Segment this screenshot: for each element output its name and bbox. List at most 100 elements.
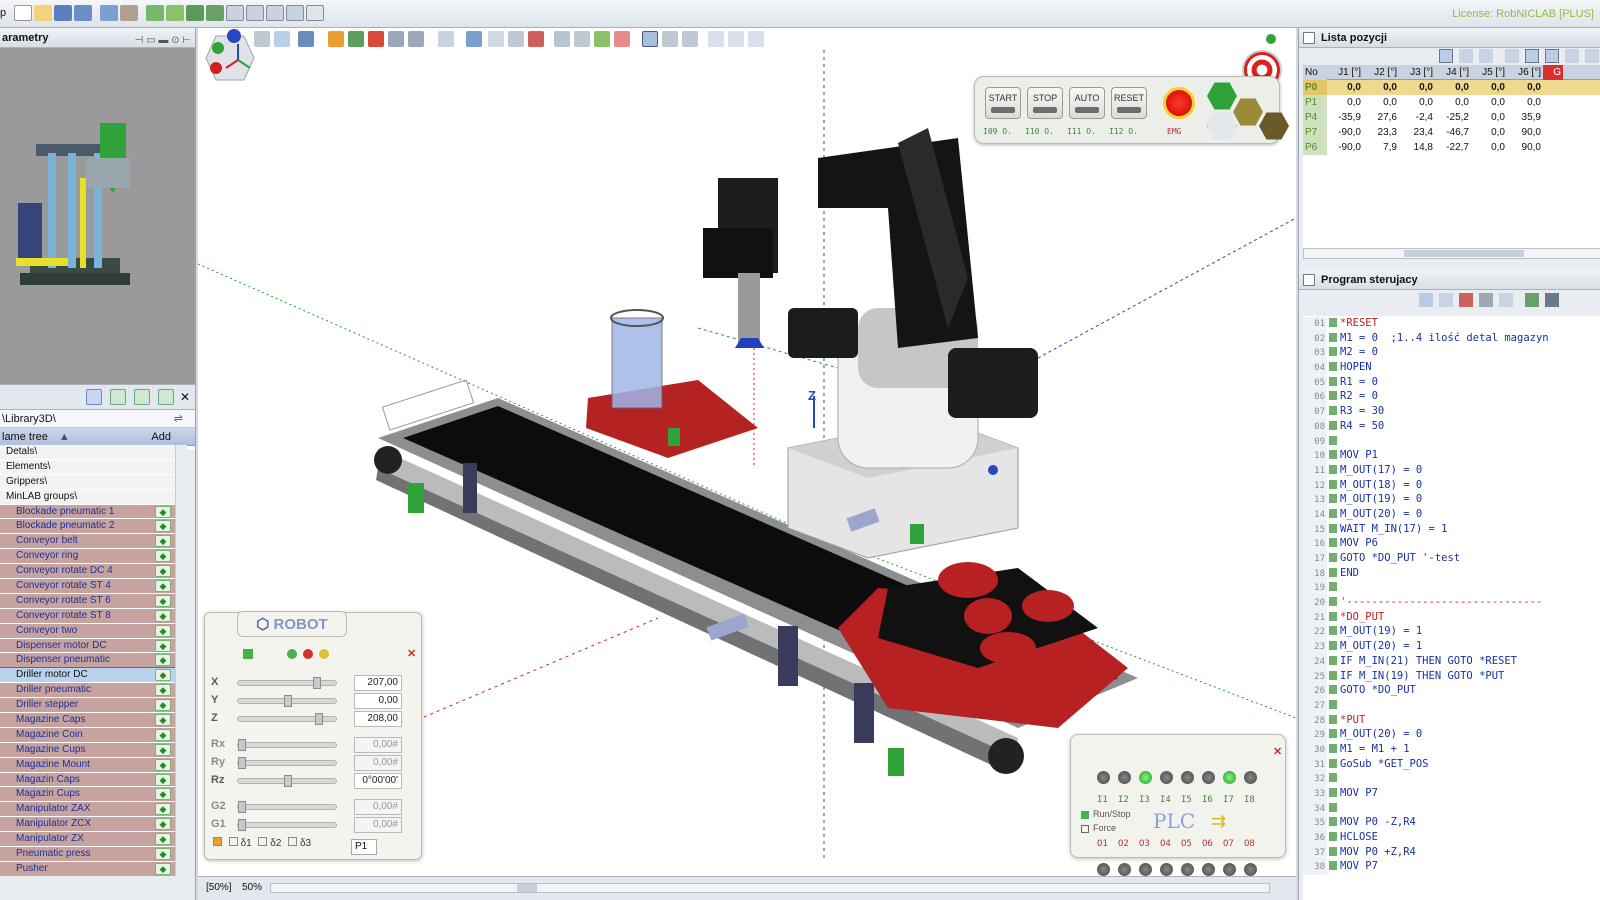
stop-button[interactable]: STOP [1027, 87, 1063, 119]
slider-knob[interactable] [313, 677, 322, 689]
library-item[interactable]: Manipulator ZAX ◆ [0, 802, 175, 818]
add-to-scene-icon[interactable]: ◆ [155, 654, 171, 667]
code-line[interactable]: 22 M_OUT(19) = 1 [1303, 624, 1600, 641]
code-line[interactable]: 03 M2 = 0 [1303, 345, 1600, 362]
code-line[interactable]: 10 MOV P1 [1303, 448, 1600, 464]
positions-column-header[interactable]: J1 [°] [1327, 65, 1363, 80]
run-stop-checkbox[interactable] [1081, 811, 1089, 819]
add-to-scene-icon[interactable]: ◆ [155, 803, 171, 816]
code-line[interactable]: 05 R1 = 0 [1303, 375, 1600, 391]
library-item[interactable]: Driller pneumatic ◆ [0, 683, 175, 699]
code-line[interactable]: 23 M_OUT(20) = 1 [1303, 639, 1600, 655]
3d-viewport[interactable]: Z START STOP AUTO RESET I09 O. I10 O. I1… [198, 28, 1296, 876]
add-to-scene-icon[interactable]: ◆ [155, 609, 171, 622]
code-line[interactable]: 27 [1303, 698, 1600, 714]
library-item[interactable]: Magazin Caps ◆ [0, 772, 175, 788]
tools-icon[interactable] [120, 5, 138, 21]
add-to-scene-icon[interactable]: ◆ [155, 818, 171, 831]
code-line[interactable]: 32 [1303, 771, 1600, 788]
library-item[interactable]: Conveyor rotate ST 6 ◆ [0, 593, 175, 609]
point-select[interactable]: P1 [351, 839, 377, 855]
axis-slider[interactable] [237, 695, 337, 707]
play-icon[interactable] [1233, 98, 1263, 126]
library-item[interactable]: Dispenser pneumatic ◆ [0, 653, 175, 669]
slider-knob[interactable] [315, 713, 324, 725]
save-all-icon[interactable] [74, 5, 92, 21]
program-editor[interactable]: 01 *RESET 02 M1 = 0 ;1..4 ilość detal magaz… [1303, 316, 1600, 900]
code-line[interactable]: 25 IF M_IN(19) THEN GOTO *PUT [1303, 669, 1600, 685]
axis-value-field[interactable]: 0,00# [354, 755, 402, 771]
library-tab-icon-2[interactable] [110, 389, 126, 405]
library-item[interactable]: Magazine Cups ◆ [0, 742, 175, 758]
close-icon[interactable]: ✕ [407, 647, 416, 660]
tree-folder[interactable]: Detals\ [0, 445, 175, 460]
prog-tool-icon-3[interactable] [1459, 293, 1473, 307]
library-tab-icon-4[interactable] [158, 389, 174, 405]
axis-value-field[interactable]: 0,00 [354, 693, 402, 709]
layout-icon-1[interactable] [226, 5, 244, 21]
add-to-scene-icon[interactable]: ◆ [155, 743, 171, 756]
d-checkbox-icon[interactable] [258, 837, 268, 846]
axis-value-field[interactable]: 0,00# [354, 799, 402, 815]
code-line[interactable]: 34 [1303, 801, 1600, 817]
positions-hscroll[interactable] [1303, 248, 1600, 259]
axis-slider[interactable] [237, 713, 337, 725]
save-icon[interactable] [54, 5, 72, 21]
auto-button[interactable]: AUTO [1069, 87, 1105, 119]
prog-tool-icon-5[interactable] [1499, 293, 1513, 307]
axis-slider[interactable] [237, 801, 337, 813]
library-item[interactable]: Conveyor belt ◆ [0, 534, 175, 550]
axis-slider[interactable] [237, 775, 337, 787]
tree-header[interactable]: lame tree ▲ Add [0, 428, 195, 446]
library-item[interactable]: Conveyor rotate DC 4 ◆ [0, 564, 175, 580]
library-item[interactable]: Magazine Mount ◆ [0, 757, 175, 773]
tree-folder[interactable]: Elements\ [0, 459, 175, 475]
slider-knob[interactable] [238, 739, 246, 751]
add-to-scene-icon[interactable]: ◆ [155, 758, 171, 771]
positions-row[interactable]: P6 -90,0 7,9 14,8 -22,7 0,0 90,0 [1303, 140, 1600, 155]
code-line[interactable]: 02 M1 = 0 ;1..4 ilość detal magazyn [1303, 331, 1600, 347]
reset-button[interactable]: RESET [1111, 87, 1147, 119]
positions-column-header[interactable]: J3 [°] [1399, 65, 1435, 80]
code-line[interactable]: 33 MOV P7 [1303, 786, 1600, 802]
add-to-scene-icon[interactable]: ◆ [155, 788, 171, 801]
close-icon[interactable]: ✕ [180, 390, 190, 404]
code-line[interactable]: 15 WAIT M_IN(17) = 1 [1303, 522, 1600, 538]
code-line[interactable]: 21 *DO_PUT [1303, 610, 1600, 626]
positions-row[interactable]: P1 0,0 0,0 0,0 0,0 0,0 0,0 [1303, 95, 1600, 110]
code-line[interactable]: 31 GoSub *GET_POS [1303, 757, 1600, 773]
code-line[interactable]: 14 M_OUT(20) = 0 [1303, 507, 1600, 523]
add-to-scene-icon[interactable]: ◆ [155, 520, 171, 533]
pos-tool-icon-8[interactable] [1585, 49, 1599, 63]
prog-tool-icon-6[interactable] [1525, 293, 1539, 307]
code-line[interactable]: 12 M_OUT(18) = 0 [1303, 478, 1600, 494]
layout-icon-4[interactable] [286, 5, 304, 21]
slider-knob[interactable] [238, 801, 246, 813]
add-to-scene-icon[interactable]: ◆ [155, 699, 171, 712]
code-line[interactable]: 20 '------------------------------- [1303, 595, 1600, 611]
pos-tool-icon-3[interactable] [1479, 49, 1493, 63]
code-line[interactable]: 09 [1303, 434, 1600, 450]
code-line[interactable]: 36 HCLOSE [1303, 830, 1600, 846]
add-to-scene-icon[interactable]: ◆ [155, 728, 171, 741]
d-checkbox-icon[interactable] [228, 837, 238, 846]
tree-icon[interactable] [186, 5, 204, 21]
code-line[interactable]: 04 HOPEN [1303, 360, 1600, 376]
add-to-scene-icon[interactable]: ◆ [155, 535, 171, 548]
code-line[interactable]: 07 R3 = 30 [1303, 404, 1600, 420]
start-button[interactable]: START [985, 87, 1021, 119]
library-item[interactable]: Manipulator ZX ◆ [0, 832, 175, 848]
pos-tool-icon-7[interactable] [1565, 49, 1579, 63]
slider-knob[interactable] [284, 775, 292, 787]
slider-knob[interactable] [238, 819, 246, 831]
code-line[interactable]: 19 [1303, 580, 1600, 597]
d-checkbox-icon[interactable] [213, 837, 222, 846]
positions-column-header[interactable]: J2 [°] [1363, 65, 1399, 80]
code-line[interactable]: 26 GOTO *DO_PUT [1303, 683, 1600, 699]
tree-add-label[interactable]: Add [151, 428, 171, 446]
axis-slider[interactable] [237, 677, 337, 689]
code-line[interactable]: 08 R4 = 50 [1303, 419, 1600, 435]
library-item[interactable]: Driller motor DC ◆ [0, 667, 175, 685]
axis-value-field[interactable]: 0°00'00' [354, 773, 402, 789]
axis-slider[interactable] [237, 757, 337, 769]
